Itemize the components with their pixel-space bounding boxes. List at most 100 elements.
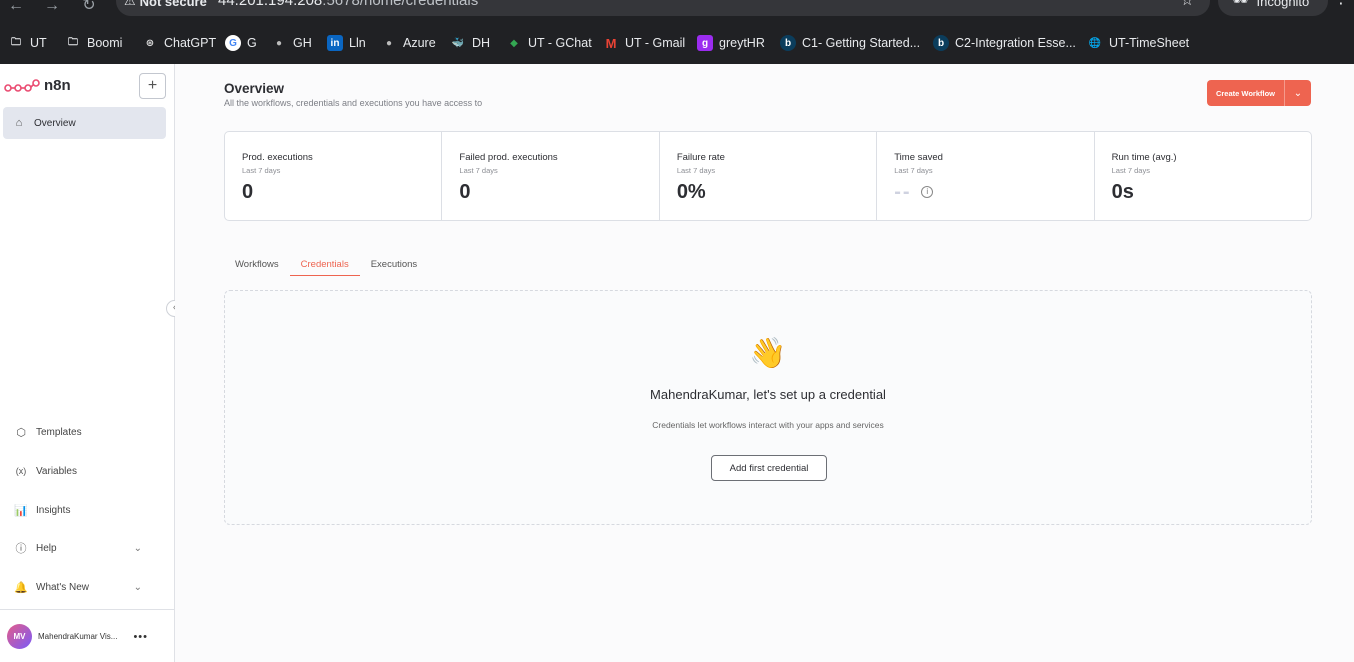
- empty-state-title: MahendraKumar, let's set up a credential: [650, 387, 886, 402]
- incognito-chip[interactable]: 🕶 Incognito: [1218, 0, 1328, 16]
- bookmark-azure[interactable]: ● Azure: [381, 30, 436, 56]
- empty-state-description: Credentials let workflows interact with …: [652, 420, 884, 430]
- tab-bar: Workflows Credentials Executions: [224, 256, 428, 276]
- user-menu[interactable]: MV MahendraKumar Vis... •••: [7, 624, 148, 649]
- stat-label: Failure rate: [676, 152, 725, 163]
- stats-panel: Prod. executions Last 7 days 0 Failed pr…: [224, 131, 1312, 221]
- stat-period: Last 7 days: [894, 166, 933, 175]
- github-icon: ●: [275, 37, 283, 49]
- greythr-icon: g: [697, 35, 713, 51]
- sidebar-item-whats-new[interactable]: 🔔 What's New ⌄: [14, 577, 164, 597]
- chevron-down-icon[interactable]: ⌄: [134, 543, 142, 554]
- stat-time-saved[interactable]: Time saved Last 7 days -- i: [877, 132, 1095, 220]
- templates-icon: ⬡: [16, 426, 26, 439]
- bookmark-ut-timesheet[interactable]: 🌐 UT-TimeSheet: [1087, 30, 1189, 56]
- bookmark-chatgpt[interactable]: ⊛ ChatGPT: [142, 30, 216, 56]
- stat-value: --: [894, 181, 912, 203]
- tab-workflows[interactable]: Workflows: [224, 256, 290, 276]
- sidebar-item-overview[interactable]: ⌂ Overview: [3, 107, 166, 139]
- stat-value: 0: [242, 181, 254, 203]
- stat-run-time[interactable]: Run time (avg.) Last 7 days 0s: [1095, 132, 1311, 220]
- info-icon[interactable]: i: [921, 186, 934, 198]
- insights-icon: 📊: [14, 504, 28, 517]
- docker-icon: 🐳: [451, 37, 465, 49]
- page-title: Overview: [224, 81, 285, 96]
- browser-chrome: ← → ↻ ⚠ Not secure 44.201.194.208:5678/h…: [0, 0, 1354, 64]
- bookmark-gh[interactable]: ● GH: [271, 30, 312, 56]
- stat-value: 0%: [676, 181, 706, 203]
- folder-icon: 🗀: [68, 36, 78, 48]
- add-first-credential-button[interactable]: Add first credential: [711, 455, 827, 481]
- create-workflow-button[interactable]: Create Workflow: [1207, 80, 1284, 106]
- sidebar-item-variables[interactable]: (x) Variables: [14, 461, 164, 481]
- folder-icon: 🗀: [11, 36, 21, 48]
- empty-state: 👋 MahendraKumar, let's set up a credenti…: [224, 290, 1312, 525]
- bookmark-ut-gchat[interactable]: ◆ UT - GChat: [506, 30, 592, 56]
- chevron-down-icon[interactable]: ⌄: [1284, 80, 1311, 106]
- n8n-logo[interactable]: n8n: [4, 77, 71, 94]
- bookmark-dh[interactable]: 🐳 DH: [450, 30, 490, 56]
- bookmark-ut-gmail[interactable]: M UT - Gmail: [603, 30, 686, 56]
- bookmark-label: Azure: [403, 36, 436, 50]
- forward-arrow-icon[interactable]: →: [42, 0, 62, 20]
- bookmark-g[interactable]: GG: [225, 30, 257, 56]
- bookmark-greythr[interactable]: g greytHR: [697, 30, 765, 56]
- bookmark-label: DH: [472, 36, 491, 50]
- github-icon: ●: [385, 37, 393, 49]
- more-options-icon[interactable]: •••: [133, 631, 148, 643]
- tab-executions[interactable]: Executions: [360, 256, 428, 276]
- security-label: Not secure: [139, 0, 207, 9]
- bookmarks-bar: 🗀 UT 🗀 Boomi ⊛ ChatGPT GG ● GH in Lln ● Azure …: [0, 30, 1354, 56]
- bookmark-lln[interactable]: in Lln: [327, 30, 366, 56]
- url-path: :5678/home/credentials: [322, 0, 479, 9]
- address-bar[interactable]: ⚠ Not secure 44.201.194.208:5678/home/cr…: [116, 0, 1210, 16]
- stat-label: Time saved: [894, 152, 943, 163]
- sidebar-item-label: Overview: [34, 117, 76, 129]
- brand-name: n8n: [44, 77, 71, 94]
- stat-value: 0s: [1111, 181, 1134, 203]
- back-arrow-icon[interactable]: ←: [6, 0, 26, 20]
- bookmark-label: greytHR: [719, 36, 765, 50]
- bookmark-label: C1- Getting Started...: [802, 36, 921, 50]
- sidebar-item-insights[interactable]: 📊 Insights: [14, 500, 164, 520]
- sidebar-item-templates[interactable]: ⬡ Templates: [14, 422, 164, 442]
- b-icon: b: [780, 35, 796, 51]
- create-workflow-group: Create Workflow ⌄: [1207, 80, 1311, 106]
- security-chip[interactable]: ⚠ Not secure: [124, 0, 207, 12]
- stat-label: Run time (avg.): [1111, 152, 1177, 163]
- user-name: MahendraKumar Vis...: [38, 632, 118, 641]
- sidebar-item-label: Variables: [36, 465, 77, 477]
- bookmark-ut[interactable]: 🗀 UT: [8, 30, 47, 56]
- waving-hand-icon: 👋: [749, 337, 787, 370]
- bookmark-label: G: [247, 36, 257, 50]
- stat-failure-rate[interactable]: Failure rate Last 7 days 0%: [660, 132, 878, 220]
- bookmark-label: GH: [293, 36, 312, 50]
- bookmark-c2[interactable]: b C2-Integration Esse...: [933, 30, 1076, 56]
- stat-period: Last 7 days: [459, 166, 498, 175]
- add-button[interactable]: +: [139, 73, 166, 99]
- bookmark-label: C2-Integration Esse...: [955, 36, 1076, 50]
- bookmark-c1[interactable]: b C1- Getting Started...: [780, 30, 920, 56]
- url-text[interactable]: 44.201.194.208:5678/home/credentials: [218, 0, 478, 9]
- bookmark-label: UT - GChat: [528, 36, 592, 50]
- bookmark-label: Lln: [349, 36, 366, 50]
- home-icon: ⌂: [15, 117, 23, 129]
- bookmark-boomi[interactable]: 🗀 Boomi: [65, 30, 122, 56]
- tab-credentials[interactable]: Credentials: [289, 256, 360, 276]
- globe-icon: 🌐: [1088, 37, 1102, 49]
- browser-menu-icon[interactable]: ⋮: [1333, 0, 1349, 8]
- b-icon: b: [933, 35, 949, 51]
- stat-failed-executions[interactable]: Failed prod. executions Last 7 days 0: [442, 132, 660, 220]
- linkedin-icon: in: [327, 35, 343, 51]
- browser-toolbar: ← → ↻ ⚠ Not secure 44.201.194.208:5678/h…: [0, 0, 1354, 20]
- bookmark-label: UT: [30, 36, 47, 50]
- bookmark-label: ChatGPT: [164, 36, 217, 50]
- stat-period: Last 7 days: [676, 166, 716, 175]
- bookmark-label: Boomi: [87, 36, 123, 50]
- chevron-down-icon[interactable]: ⌄: [134, 582, 142, 593]
- reload-icon[interactable]: ↻: [79, 0, 99, 20]
- sidebar-item-help[interactable]: ⓘ Help ⌄: [14, 538, 164, 558]
- stat-prod-executions[interactable]: Prod. executions Last 7 days 0: [225, 132, 443, 220]
- help-icon: ⓘ: [15, 543, 27, 555]
- bookmark-star-icon[interactable]: ☆: [1181, 0, 1194, 9]
